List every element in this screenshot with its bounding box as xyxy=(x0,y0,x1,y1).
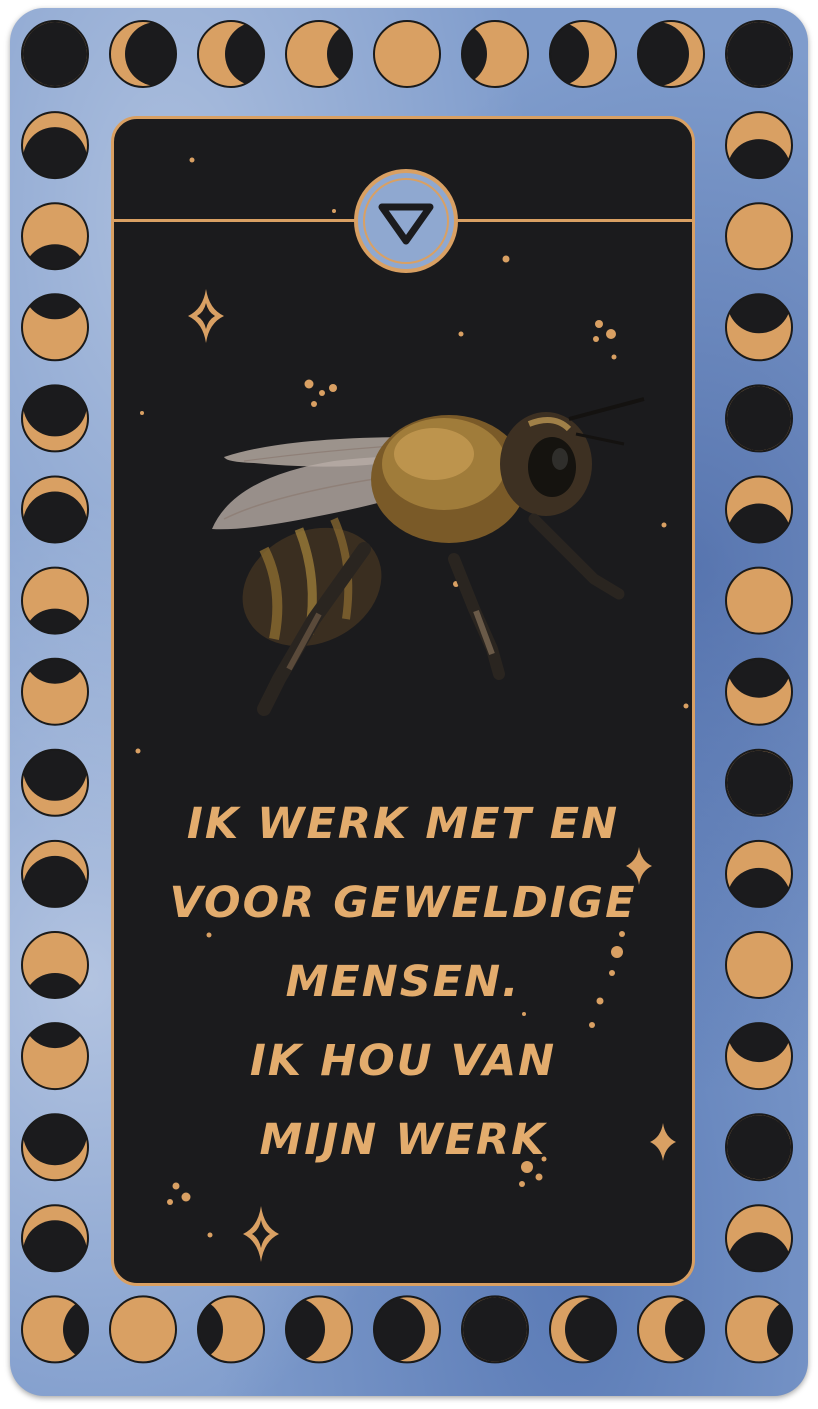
card-panel: IK WERK MET EN VOOR GEWELDIGE MENSEN. IK… xyxy=(111,116,695,1286)
affirmation-line: IK WERK MET EN xyxy=(186,799,620,849)
moon-phase-icon xyxy=(21,1204,89,1273)
moon-phase-icon xyxy=(637,20,705,88)
moon-phase-icon xyxy=(21,657,89,726)
moon-phase-icon xyxy=(21,111,89,180)
moon-phase-icon xyxy=(549,1295,617,1364)
moon-phase-icon xyxy=(21,1022,89,1091)
moon-phase-icon xyxy=(109,20,177,88)
moon-phase-icon xyxy=(549,20,617,88)
moon-phase-icon xyxy=(725,1022,793,1091)
affirmation-line: VOOR GEWELDIGE xyxy=(169,878,637,928)
moon-phase-icon xyxy=(21,566,89,635)
moon-phase-icon xyxy=(725,475,793,544)
bee-icon xyxy=(212,397,645,716)
moon-phase-icon xyxy=(725,839,793,908)
moon-phase-icon xyxy=(285,1295,353,1364)
moon-phase-icon xyxy=(373,20,441,88)
moon-phase-icon xyxy=(725,384,793,453)
moon-phase-icon xyxy=(21,20,89,88)
sparkle-icon xyxy=(650,1123,676,1161)
affirmation-text: IK WERK MET EN VOOR GEWELDIGE MENSEN. IK… xyxy=(154,785,652,1180)
moon-phase-icon xyxy=(725,111,793,180)
moon-phase-icon xyxy=(21,839,89,908)
moon-phase-icon xyxy=(109,1295,177,1364)
moon-phase-icon xyxy=(725,748,793,817)
moon-phase-icon xyxy=(725,657,793,726)
moon-phase-icon xyxy=(725,1295,793,1364)
moon-phase-icon xyxy=(725,566,793,635)
moon-phase-icon xyxy=(21,202,89,271)
moon-phase-icon xyxy=(21,293,89,362)
moon-phase-icon xyxy=(637,1295,705,1364)
moon-phase-icon xyxy=(725,931,793,999)
moon-phase-icon xyxy=(21,384,89,453)
moon-phase-icon xyxy=(725,1113,793,1182)
moon-phase-icon xyxy=(373,1295,441,1364)
moon-phase-icon xyxy=(461,1295,529,1364)
moon-phase-icon xyxy=(21,475,89,544)
affirmation-line: MIJN WERK xyxy=(259,1115,547,1165)
affirmation-line: IK HOU VAN xyxy=(249,1036,557,1086)
moon-phase-icon xyxy=(197,20,265,88)
moon-phase-icon xyxy=(725,1204,793,1273)
moon-phase-icon xyxy=(21,748,89,817)
moon-phase-icon xyxy=(725,20,793,88)
moon-phase-icon xyxy=(21,931,89,999)
down-triangle-icon xyxy=(354,169,458,273)
affirmation-card: IK WERK MET EN VOOR GEWELDIGE MENSEN. IK… xyxy=(10,8,808,1396)
moon-phase-icon xyxy=(725,202,793,271)
affirmation-line: MENSEN. xyxy=(285,957,521,1007)
moon-phase-icon xyxy=(725,293,793,362)
moon-phase-icon xyxy=(21,1113,89,1182)
